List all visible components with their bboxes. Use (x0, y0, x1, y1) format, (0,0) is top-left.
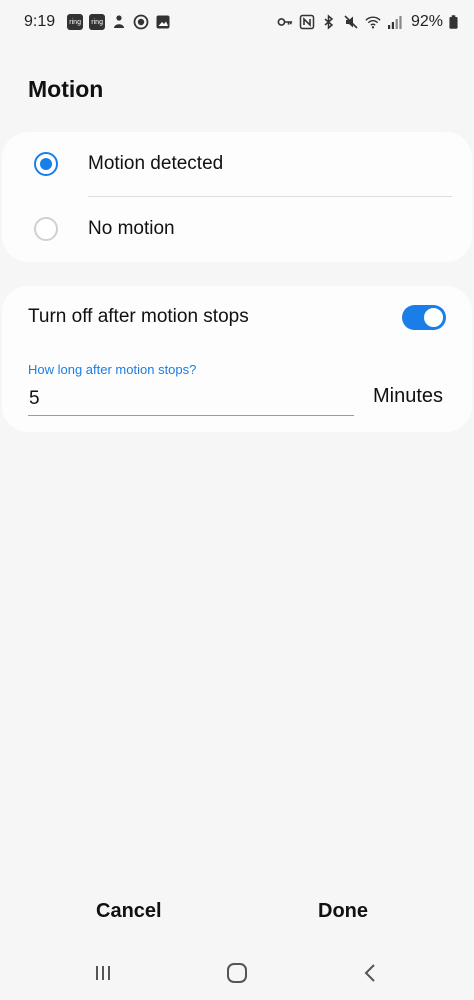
home-icon[interactable] (222, 960, 252, 986)
battery-percent: 92% (410, 13, 443, 30)
battery-icon (449, 15, 458, 29)
done-button[interactable]: Done (318, 900, 368, 923)
gallery-icon (156, 15, 170, 29)
bluetooth-icon (324, 14, 334, 30)
recents-icon[interactable] (88, 960, 118, 986)
status-bar-right: 92% (277, 13, 458, 31)
back-icon[interactable] (356, 960, 386, 986)
radio-option-motion-detected[interactable]: Motion detected (2, 132, 472, 196)
signal-icon (387, 16, 402, 29)
ring-icon: ring (67, 14, 84, 30)
turn-off-timer-card: Turn off after motion stops How long aft… (2, 286, 472, 432)
wifi-icon (365, 16, 381, 29)
nfc-icon (299, 14, 315, 30)
status-bar-left: 9:19 ring ring (24, 13, 171, 31)
radio-label: Motion detected (88, 153, 224, 174)
status-bar: 9:19 ring ring 92% (0, 0, 474, 44)
circle-record-icon (133, 14, 149, 30)
key-icon (277, 18, 293, 26)
smartthings-icon (114, 15, 125, 28)
mute-icon (344, 15, 358, 29)
radio-label: No motion (88, 218, 175, 239)
radio-button-checked[interactable] (34, 152, 58, 176)
page-title: Motion (28, 76, 104, 102)
radio-button-unchecked[interactable] (34, 217, 58, 241)
motion-options-card: Motion detected No motion (2, 132, 472, 262)
duration-unit-label: Minutes (373, 385, 444, 407)
turn-off-toggle[interactable] (402, 305, 446, 330)
action-bar: Cancel Done (0, 890, 474, 938)
duration-field-label: How long after motion stops? (28, 362, 197, 377)
duration-input[interactable] (28, 382, 354, 416)
cancel-button[interactable]: Cancel (96, 900, 162, 923)
ring-icon: ring (89, 14, 106, 30)
radio-option-no-motion[interactable]: No motion (2, 197, 472, 261)
toggle-knob (423, 307, 444, 328)
status-time: 9:19 (24, 13, 56, 30)
toggle-label: Turn off after motion stops (28, 306, 249, 327)
system-nav-bar (0, 946, 474, 1000)
